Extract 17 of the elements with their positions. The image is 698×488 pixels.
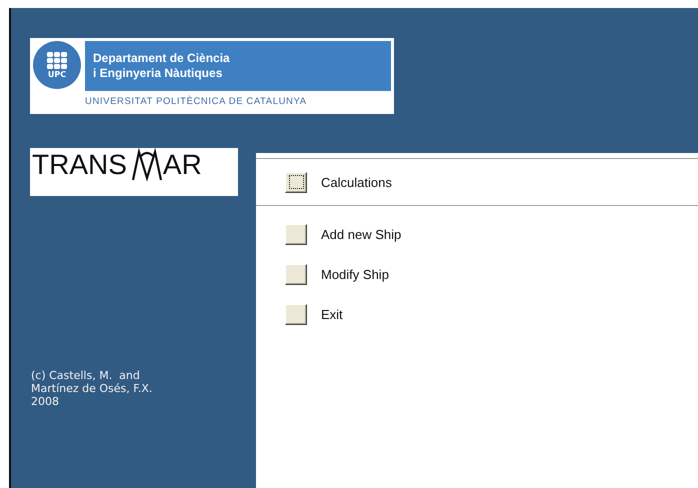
department-name: i Enginyeria Nàutiques [93,66,224,81]
menu-button[interactable] [285,224,307,244]
app-logo: TRANS AR [30,148,238,196]
credit-text: (c) Castells, M. and [31,369,141,382]
figure-drawing [130,148,163,182]
menu-button[interactable] [285,264,307,284]
menu-label: Calculations [321,174,392,190]
credit-text: 2008 [31,395,60,408]
menu-button[interactable] [285,304,307,324]
department-name: Departament de Ciència [93,51,231,66]
menu-label: Add new Ship [321,226,402,242]
menu-button[interactable] [285,172,307,192]
university-emblem: UPC [33,41,81,89]
menu-label: Exit [321,306,343,322]
university-name: UNIVERSITAT POLITÈCNICA DE CATALUNYA [84,96,308,106]
credit-text: Martínez de Osés, F.X. [31,382,154,395]
menu-label: Modify Ship [321,266,389,282]
